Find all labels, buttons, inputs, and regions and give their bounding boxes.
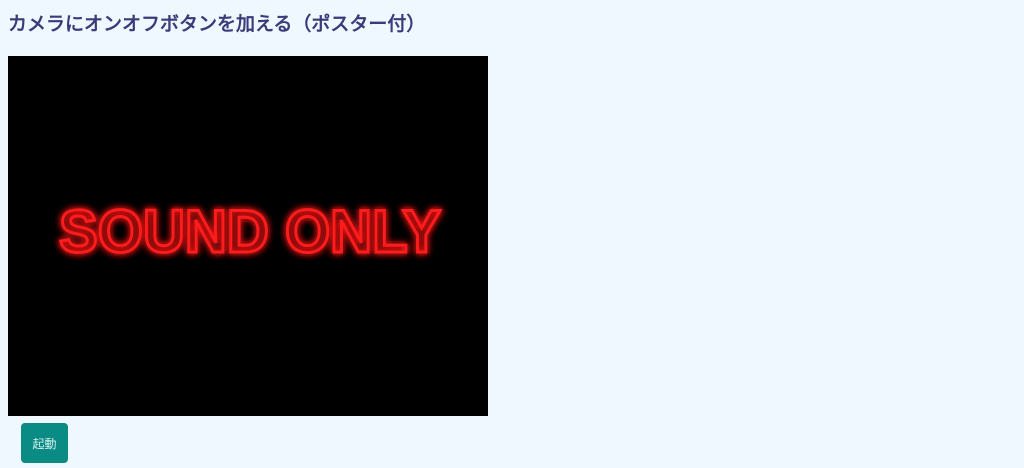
sound-only-poster: SOUND ONLY (58, 197, 443, 267)
page-title: カメラにオンオフボタンを加える（ポスター付） (8, 13, 426, 35)
start-button[interactable]: 起動 (21, 423, 68, 463)
sound-only-text: SOUND ONLY (59, 198, 441, 265)
camera-video-poster: SOUND ONLY (8, 56, 488, 416)
